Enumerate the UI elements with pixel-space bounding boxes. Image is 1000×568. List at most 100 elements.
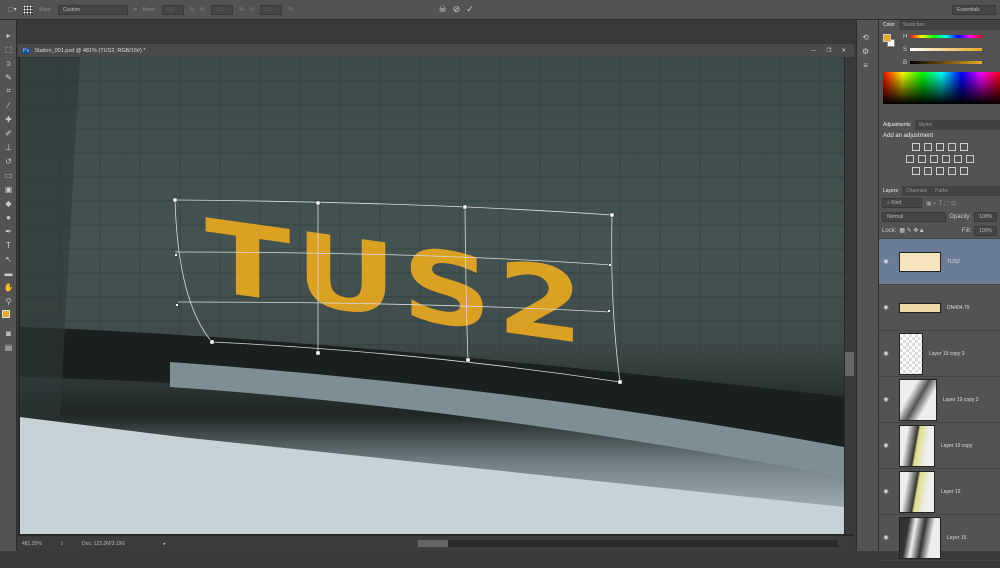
- crop-tool-icon[interactable]: ⌗: [0, 84, 17, 98]
- layer-row[interactable]: ◉ Layer 19 copy: [879, 423, 1000, 469]
- history-panel-icon[interactable]: ⟲: [857, 30, 874, 44]
- curves-adjust-icon[interactable]: [935, 143, 944, 151]
- layer-row-tus2[interactable]: ◉ TUS2: [879, 239, 1000, 285]
- history-brush-icon[interactable]: ↺: [0, 154, 17, 168]
- bw-adjust-icon[interactable]: [929, 155, 938, 163]
- color-swatches[interactable]: [0, 308, 16, 326]
- warp-style-select[interactable]: Custom: [57, 4, 128, 15]
- type-tool-icon[interactable]: T: [0, 238, 17, 252]
- color-spectrum[interactable]: [883, 72, 1000, 104]
- screen-mode-icon[interactable]: ▤: [0, 340, 17, 354]
- gradient-map-adjust-icon[interactable]: [959, 167, 968, 175]
- tab-paths[interactable]: Paths: [931, 188, 952, 194]
- invert-adjust-icon[interactable]: [911, 167, 920, 175]
- hue-slider[interactable]: [910, 35, 982, 38]
- visibility-eye-icon[interactable]: ◉: [879, 396, 893, 403]
- minimize-icon[interactable]: —: [811, 48, 817, 54]
- tab-channels[interactable]: Channels: [902, 188, 931, 194]
- move-tool-icon[interactable]: ▸: [0, 28, 17, 42]
- color-balance-adjust-icon[interactable]: [917, 155, 926, 163]
- tab-styles[interactable]: Styles: [915, 122, 937, 128]
- char-panel-icon[interactable]: ≡: [857, 58, 874, 72]
- healing-tool-icon[interactable]: ✚: [0, 112, 17, 126]
- scroll-thumb[interactable]: [418, 540, 448, 547]
- path-select-tool-icon[interactable]: ↖: [0, 252, 17, 266]
- marquee-tool-icon[interactable]: ⬚: [0, 42, 17, 56]
- layer-thumbnail: [899, 302, 941, 313]
- visibility-eye-icon[interactable]: ◉: [879, 442, 893, 449]
- pen-tool-icon[interactable]: ✒: [0, 224, 17, 238]
- vibrance-adjust-icon[interactable]: [959, 143, 968, 151]
- saturation-slider[interactable]: [910, 48, 982, 51]
- dodge-tool-icon[interactable]: ●: [0, 210, 17, 224]
- cancel-transform-icon[interactable]: ⊘: [453, 4, 461, 15]
- photo-filter-adjust-icon[interactable]: [941, 155, 950, 163]
- zoom-level[interactable]: 481.25%: [22, 541, 42, 547]
- layer-row[interactable]: ◉ Layer 19: [879, 469, 1000, 515]
- eraser-tool-icon[interactable]: ▭: [0, 168, 17, 182]
- stamp-tool-icon[interactable]: ⊥: [0, 140, 17, 154]
- zoom-tool-icon[interactable]: ⚲: [0, 294, 17, 308]
- panels-column: Color Swatches H S B Adjustments Styles …: [878, 20, 1000, 561]
- warp-grid[interactable]: [20, 57, 844, 534]
- layer-row[interactable]: ◉ Layer 19 copy 2: [879, 377, 1000, 423]
- vertical-scrollbar[interactable]: [845, 57, 854, 534]
- quick-mask-icon[interactable]: ◙: [0, 326, 17, 340]
- channel-mixer-adjust-icon[interactable]: [953, 155, 962, 163]
- posterize-adjust-icon[interactable]: [923, 167, 932, 175]
- blend-mode-select[interactable]: Normal: [882, 212, 947, 222]
- blur-tool-icon[interactable]: ◆: [0, 196, 17, 210]
- horizontal-scrollbar[interactable]: [418, 540, 838, 547]
- tab-adjustments[interactable]: Adjustments: [879, 120, 915, 130]
- layer-row[interactable]: ◉ Layer 15: [879, 515, 1000, 561]
- hand-tool-icon[interactable]: ✋: [0, 280, 17, 294]
- exposure-adjust-icon[interactable]: [947, 143, 956, 151]
- visibility-eye-icon[interactable]: ◉: [879, 488, 893, 495]
- brightness-adjust-icon[interactable]: [911, 143, 920, 151]
- close-icon[interactable]: ✕: [841, 48, 846, 54]
- hue-sat-adjust-icon[interactable]: [905, 155, 914, 163]
- lasso-tool-icon[interactable]: ↄ: [0, 56, 17, 70]
- quick-select-tool-icon[interactable]: ✎: [0, 70, 17, 84]
- fg-swatch[interactable]: [883, 34, 891, 42]
- tab-swatches[interactable]: Swatches: [899, 22, 929, 28]
- lock-icons[interactable]: ▦ ✎ ✥ 🔒︎: [899, 227, 923, 235]
- commit-transform-icon[interactable]: ✓: [466, 4, 474, 15]
- visibility-eye-icon[interactable]: ◉: [879, 304, 893, 311]
- bend-input[interactable]: 0.0: [161, 4, 184, 15]
- opacity-input[interactable]: 100%: [974, 212, 997, 222]
- foreground-color[interactable]: [2, 310, 10, 318]
- transform-tool-icon[interactable]: ⬚▾: [8, 6, 17, 13]
- layer-filter-select[interactable]: ⌕ Kind: [882, 198, 922, 208]
- brush-tool-icon[interactable]: ✐: [0, 126, 17, 140]
- visibility-eye-icon[interactable]: ◉: [879, 350, 893, 357]
- adjustments-panel: Add an adjustment: [879, 130, 1000, 186]
- restore-icon[interactable]: ❐: [826, 48, 831, 54]
- shape-tool-icon[interactable]: ▬: [0, 266, 17, 280]
- export-icon[interactable]: ⇪: [60, 541, 64, 547]
- gradient-tool-icon[interactable]: ▣: [0, 182, 17, 196]
- layer-row-dn404[interactable]: ◉ DN404.79: [879, 285, 1000, 331]
- properties-panel-icon[interactable]: ⚙: [857, 44, 874, 58]
- status-menu-arrow-icon[interactable]: ▸: [163, 541, 166, 547]
- tab-color[interactable]: Color: [879, 20, 899, 30]
- warp-orientation-icon[interactable]: ⌗: [134, 7, 137, 13]
- color-lookup-adjust-icon[interactable]: [965, 155, 974, 163]
- document-tab[interactable]: Ps Station_001.psd @ 481% (TUS2, RGB/16#…: [18, 44, 854, 57]
- threshold-adjust-icon[interactable]: [935, 167, 944, 175]
- puppet-warp-icon[interactable]: ☠: [439, 4, 447, 15]
- visibility-eye-icon[interactable]: ◉: [879, 258, 893, 265]
- workspace-select[interactable]: Essentials: [952, 4, 996, 15]
- layer-row[interactable]: ◉ Layer 19 copy 3: [879, 331, 1000, 377]
- levels-adjust-icon[interactable]: [923, 143, 932, 151]
- fill-input[interactable]: 100%: [974, 226, 997, 236]
- h-input[interactable]: 0.0: [211, 4, 234, 15]
- tab-layers[interactable]: Layers: [879, 186, 903, 196]
- filter-icons[interactable]: ▣ ◐ T ⬚ ⊡: [926, 200, 956, 207]
- image-canvas[interactable]: TUS2: [20, 57, 844, 534]
- v-input[interactable]: 0.0: [260, 4, 283, 15]
- brightness-slider[interactable]: [910, 61, 982, 64]
- visibility-eye-icon[interactable]: ◉: [879, 534, 893, 541]
- selective-color-adjust-icon[interactable]: [947, 167, 956, 175]
- eyedropper-tool-icon[interactable]: ⁄: [0, 98, 17, 112]
